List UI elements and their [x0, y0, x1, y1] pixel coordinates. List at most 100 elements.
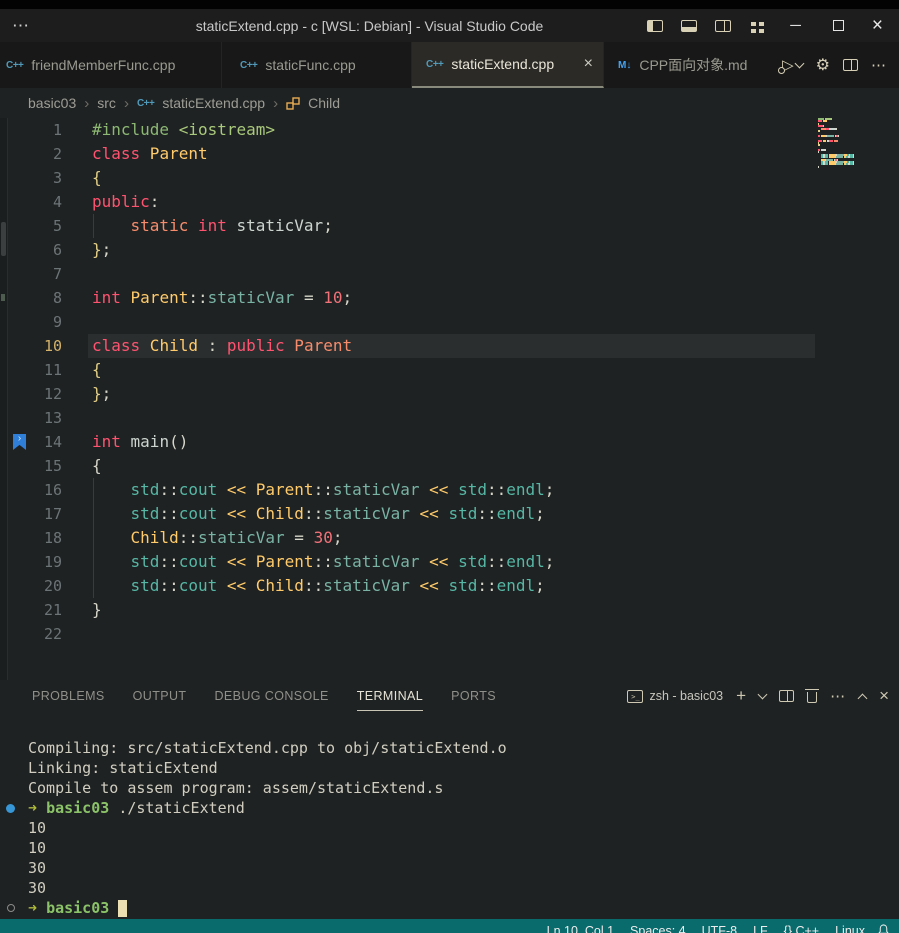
- code-line[interactable]: 5 static int staticVar;: [0, 214, 899, 238]
- status-item[interactable]: Ln 10, Col 1: [547, 924, 614, 933]
- status-bar: Ln 10, Col 1 Spaces: 4 UTF-8 LF {} C++ Linux: [0, 919, 899, 933]
- status-item[interactable]: LF: [753, 924, 768, 933]
- terminal-line: ➜ basic03 ./staticExtend: [0, 798, 899, 818]
- chevron-down-icon[interactable]: [794, 59, 804, 69]
- panel-tab-problems[interactable]: PROBLEMS: [32, 689, 105, 703]
- titlebar-controls: ─ ×: [638, 9, 899, 42]
- gutter-line-number: 17: [0, 502, 62, 526]
- code-line[interactable]: 11{: [0, 358, 899, 382]
- toggle-panel-icon[interactable]: [681, 20, 697, 32]
- split-editor-button[interactable]: [843, 59, 858, 71]
- terminal-profile-label: zsh - basic03: [649, 689, 723, 703]
- kill-terminal-button[interactable]: [807, 692, 817, 703]
- gutter-line-number: 8: [0, 286, 62, 310]
- maximize-panel-button[interactable]: [858, 693, 868, 703]
- minimize-button[interactable]: ─: [790, 18, 801, 33]
- gutter-line-number: 21: [0, 598, 62, 622]
- close-panel-button[interactable]: ×: [879, 686, 889, 706]
- toggle-secondary-sidebar-icon[interactable]: [715, 20, 731, 32]
- bell-icon[interactable]: [877, 924, 890, 933]
- code-editor[interactable]: 1#include <iostream>2class Parent3{4publ…: [0, 118, 899, 680]
- command-success-decoration[interactable]: [6, 804, 15, 813]
- code-line[interactable]: 19 std::cout << Parent::staticVar << std…: [0, 550, 899, 574]
- indent-guide: [93, 478, 94, 598]
- terminal-profile-badge[interactable]: >_ zsh - basic03: [627, 689, 723, 703]
- breadcrumb: basic03 › src › C++ staticExtend.cpp › C…: [0, 88, 899, 118]
- code-line[interactable]: 17 std::cout << Child::staticVar << std:…: [0, 502, 899, 526]
- tab-close-icon[interactable]: ×: [578, 55, 593, 73]
- panel-tab-output[interactable]: OUTPUT: [133, 689, 187, 703]
- status-item[interactable]: {} C++: [784, 924, 819, 933]
- code-lines: 1#include <iostream>2class Parent3{4publ…: [0, 118, 899, 646]
- status-item[interactable]: Linux: [835, 924, 865, 933]
- breadcrumb-item-basic03[interactable]: basic03: [28, 95, 76, 111]
- panel-tab-terminal[interactable]: TERMINAL: [357, 689, 423, 703]
- gutter-line-number: 3: [0, 166, 62, 190]
- status-item[interactable]: UTF-8: [702, 924, 737, 933]
- panel-tab-debug-console[interactable]: DEBUG CONSOLE: [214, 689, 328, 703]
- maximize-button[interactable]: [833, 20, 844, 31]
- code-line[interactable]: 2class Parent: [0, 142, 899, 166]
- gutter-line-number: 5: [0, 214, 62, 238]
- terminal-output[interactable]: Compiling: src/staticExtend.cpp to obj/s…: [0, 712, 899, 919]
- code-line[interactable]: 12};: [0, 382, 899, 406]
- minimap[interactable]: [818, 118, 864, 171]
- gear-icon[interactable]: ⚙: [816, 55, 830, 75]
- tab-cpp-markdown[interactable]: M↓ CPP面向对象.md: [604, 42, 770, 88]
- code-line[interactable]: 6};: [0, 238, 899, 262]
- terminal-line: Linking: staticExtend: [0, 758, 899, 778]
- code-line[interactable]: 10class Child : public Parent: [0, 334, 899, 358]
- title-bar: ⋯ staticExtend.cpp - c [WSL: Debian] - V…: [0, 9, 899, 42]
- gutter-line-number: 12: [0, 382, 62, 406]
- code-line[interactable]: 8int Parent::staticVar = 10;: [0, 286, 899, 310]
- tab-label: CPP面向对象.md: [639, 55, 747, 75]
- code-line[interactable]: 7: [0, 262, 899, 286]
- prompt-decoration[interactable]: [7, 904, 15, 912]
- gutter-line-number: 18: [0, 526, 62, 550]
- panel-more-actions-button[interactable]: ⋯: [830, 687, 846, 705]
- code-line[interactable]: 4public:: [0, 190, 899, 214]
- new-terminal-button[interactable]: +: [736, 686, 746, 706]
- code-line[interactable]: 16 std::cout << Parent::staticVar << std…: [0, 478, 899, 502]
- panel-header: PROBLEMS OUTPUT DEBUG CONSOLE TERMINAL P…: [0, 680, 899, 712]
- gutter-line-number: 1: [0, 118, 62, 142]
- tab-staticfunc[interactable]: C++ staticFunc.cpp: [222, 42, 412, 88]
- more-actions-button[interactable]: ⋯: [871, 56, 887, 74]
- cpp-file-icon: C++: [6, 60, 23, 71]
- status-item[interactable]: Spaces: 4: [630, 924, 686, 933]
- editor-left-strip: [0, 118, 8, 680]
- code-line[interactable]: 20 std::cout << Child::staticVar << std:…: [0, 574, 899, 598]
- breadcrumb-item-file[interactable]: staticExtend.cpp: [162, 95, 265, 111]
- gutter-line-number: 19: [0, 550, 62, 574]
- tab-staticextend[interactable]: C++ staticExtend.cpp ×: [412, 42, 604, 88]
- run-debug-button[interactable]: ▷: [782, 56, 803, 74]
- code-line[interactable]: 1#include <iostream>: [0, 118, 899, 142]
- code-line[interactable]: 22: [0, 622, 899, 646]
- terminal-line: 30: [0, 878, 899, 898]
- window-menu-icon[interactable]: ⋯: [0, 16, 41, 36]
- tab-friendmemberfunc[interactable]: C++ friendMemberFunc.cpp: [0, 42, 222, 88]
- code-line[interactable]: 18 Child::staticVar = 30;: [0, 526, 899, 550]
- breadcrumb-item-symbol[interactable]: Child: [308, 95, 340, 111]
- split-terminal-button[interactable]: [779, 690, 794, 702]
- code-line[interactable]: 15{: [0, 454, 899, 478]
- tab-label: staticFunc.cpp: [265, 57, 355, 73]
- panel-tab-ports[interactable]: PORTS: [451, 689, 496, 703]
- breadcrumb-item-src[interactable]: src: [97, 95, 116, 111]
- run-debug-icon: ▷: [782, 56, 794, 74]
- close-window-button[interactable]: ×: [872, 15, 883, 37]
- code-line[interactable]: 21}: [0, 598, 899, 622]
- terminal-dropdown-chevron[interactable]: [758, 690, 768, 700]
- gutter-line-number: 9: [0, 310, 62, 334]
- code-line[interactable]: 9: [0, 310, 899, 334]
- toggle-sidebar-icon[interactable]: [647, 20, 663, 32]
- code-line[interactable]: 3{: [0, 166, 899, 190]
- indent-guide: [93, 214, 94, 238]
- vscode-window: ⋯ staticExtend.cpp - c [WSL: Debian] - V…: [0, 0, 899, 933]
- code-line[interactable]: 13: [0, 406, 899, 430]
- terminal-line: Compiling: src/staticExtend.cpp to obj/s…: [0, 738, 899, 758]
- gutter-line-number: 16: [0, 478, 62, 502]
- customize-layout-icon[interactable]: [749, 20, 765, 32]
- code-line[interactable]: 14int main(): [0, 430, 899, 454]
- left-strip-thumb: [1, 222, 6, 256]
